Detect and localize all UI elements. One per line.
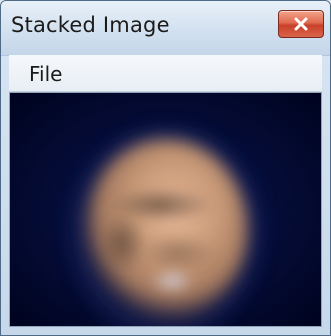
planet-image	[10, 93, 321, 326]
stacked-image-view	[9, 92, 322, 327]
close-button[interactable]	[278, 10, 324, 38]
menu-bar: File	[9, 55, 322, 92]
window-title: Stacked Image	[11, 13, 170, 37]
stacked-image-window: Stacked Image File	[0, 0, 331, 336]
menu-file[interactable]: File	[29, 62, 62, 86]
close-icon	[293, 17, 309, 31]
title-bar[interactable]: Stacked Image	[1, 1, 330, 56]
